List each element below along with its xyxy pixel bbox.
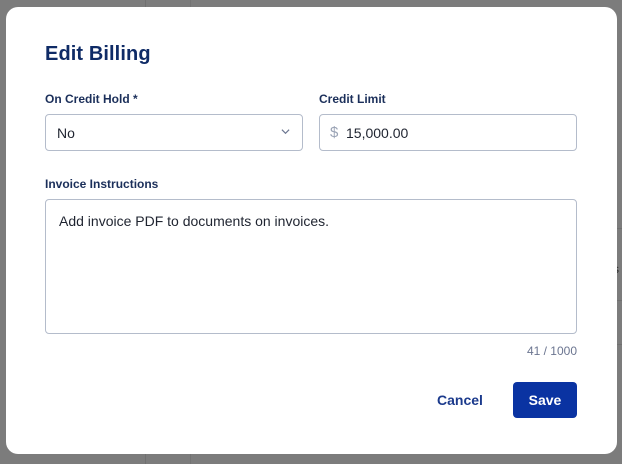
chevron-down-icon <box>281 129 290 135</box>
currency-symbol: $ <box>330 124 339 141</box>
dialog-title: Edit Billing <box>45 43 151 65</box>
invoice-instructions-label: Invoice Instructions <box>45 177 159 191</box>
invoice-instructions-textarea[interactable]: Add invoice PDF to documents on invoices… <box>45 199 577 334</box>
cancel-button[interactable]: Cancel <box>429 382 491 418</box>
credit-limit-value: 15,000.00 <box>346 125 409 141</box>
credit-limit-label: Credit Limit <box>319 92 386 106</box>
credit-hold-value: No <box>57 125 75 141</box>
save-button[interactable]: Save <box>513 382 577 418</box>
credit-hold-label: On Credit Hold * <box>45 92 138 106</box>
credit-hold-select[interactable]: No <box>45 114 303 151</box>
credit-limit-input[interactable]: $ 15,000.00 <box>319 114 577 151</box>
edit-billing-dialog: Edit Billing On Credit Hold * No Credit … <box>6 7 617 454</box>
character-counter: 41 / 1000 <box>526 344 577 358</box>
